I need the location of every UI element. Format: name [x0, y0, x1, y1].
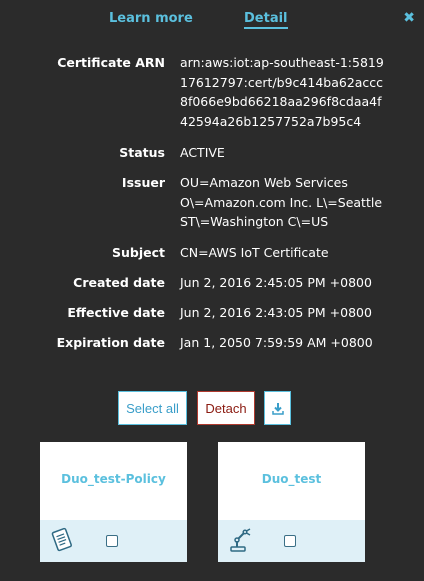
detail-label: Created date: [73, 275, 165, 290]
detach-button[interactable]: Detach: [197, 391, 255, 425]
download-icon: [271, 402, 284, 415]
policy-document-icon: [51, 527, 72, 552]
detail-value: ACTIVE: [180, 145, 225, 160]
tab-detail[interactable]: Detail: [244, 11, 288, 29]
detail-value: Jun 2, 2016 2:45:05 PM +0800: [180, 275, 372, 290]
thing-card-title[interactable]: Duo_test: [218, 472, 365, 486]
detail-label: Status: [119, 145, 165, 160]
detail-value: Jan 1, 2050 7:59:59 AM +0800: [180, 335, 373, 350]
thing-card-checkbox[interactable]: [284, 535, 296, 547]
tab-learn-more[interactable]: Learn more: [109, 11, 193, 26]
card-footer: [40, 520, 187, 562]
card-footer: [218, 520, 365, 562]
detail-value: CN=AWS IoT Certificate: [180, 245, 329, 260]
detail-label: Certificate ARN: [57, 55, 165, 70]
download-button[interactable]: [264, 391, 291, 425]
detail-label: Expiration date: [56, 335, 165, 350]
tab-bar: Learn more Detail ✖: [0, 0, 424, 36]
detail-label: Subject: [112, 245, 165, 260]
detail-value: OU=Amazon Web Services O\=Amazon.com Inc…: [180, 175, 383, 229]
thing-card: Duo_test: [218, 442, 365, 562]
action-bar: Select all Detach: [0, 391, 424, 427]
robot-arm-icon: [230, 528, 251, 552]
policy-card: Duo_test-Policy: [40, 442, 187, 562]
detail-label: Issuer: [121, 175, 165, 190]
policy-card-checkbox[interactable]: [106, 535, 118, 547]
detail-label: Effective date: [67, 305, 165, 320]
detail-value: Jun 2, 2016 2:43:05 PM +0800: [180, 305, 372, 320]
detail-value: arn:aws:iot:ap-southeast-1:581917612797:…: [180, 55, 384, 129]
select-all-button[interactable]: Select all: [118, 391, 187, 425]
policy-card-title[interactable]: Duo_test-Policy: [40, 472, 187, 486]
close-icon[interactable]: ✖: [403, 10, 415, 26]
